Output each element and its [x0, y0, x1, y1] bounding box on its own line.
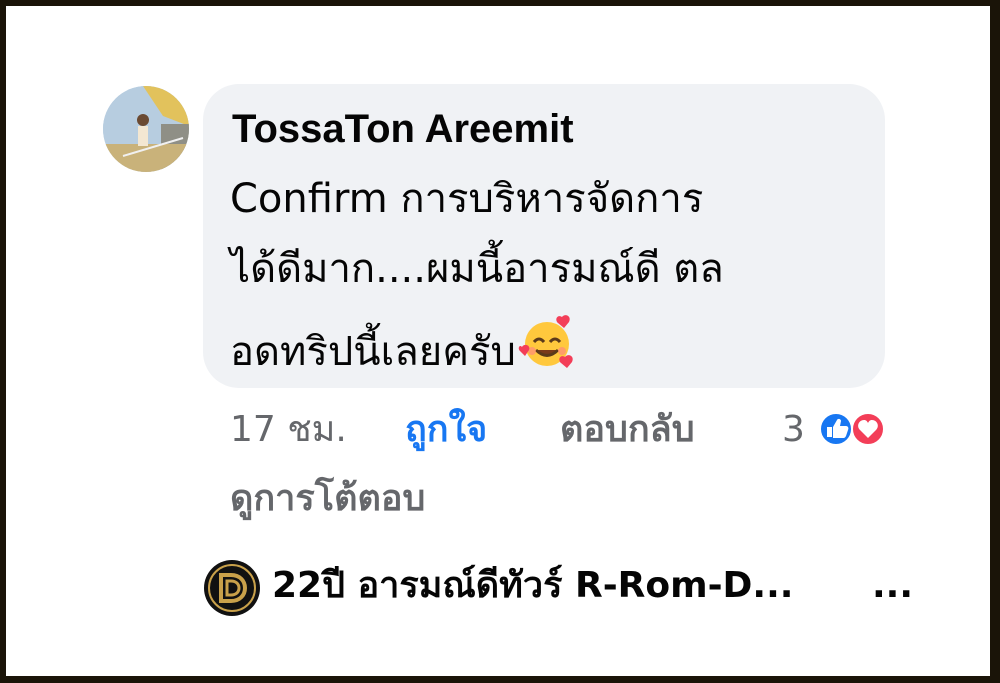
comment-text-line-1: Confirm การบริหารจัดการ: [230, 176, 704, 222]
comment-timestamp[interactable]: 17 ชม.: [230, 406, 347, 454]
smiling-face-with-hearts-icon: [518, 313, 576, 387]
page-name-link[interactable]: 22ปี อารมณ์ดีทัวร์ R-Rom-D...: [272, 562, 793, 610]
avatar-photo: [103, 86, 189, 172]
like-icon: [819, 412, 853, 446]
reaction-count[interactable]: 3: [782, 406, 805, 454]
comment-author[interactable]: TossaTon Areemit: [232, 105, 574, 153]
comment-text-line-2: ได้ดีมาก....ผมนี้อารมณ์ดี ตล: [230, 246, 724, 292]
page-logo-icon[interactable]: [203, 559, 261, 617]
comment-text-line-3-text: อดทริปนี้เลยครับ: [230, 329, 516, 375]
comment-text-line-3: อดทริปนี้เลยครับ: [230, 313, 576, 387]
more-options-button[interactable]: ...: [872, 562, 913, 610]
commenter-avatar[interactable]: [103, 86, 189, 172]
reactions-summary[interactable]: [816, 411, 888, 447]
reply-button[interactable]: ตอบกลับ: [560, 406, 695, 454]
love-icon: [851, 412, 885, 446]
view-replies-link[interactable]: ดูการโต้ตอบ: [230, 475, 425, 523]
like-button[interactable]: ถูกใจ: [405, 406, 487, 454]
